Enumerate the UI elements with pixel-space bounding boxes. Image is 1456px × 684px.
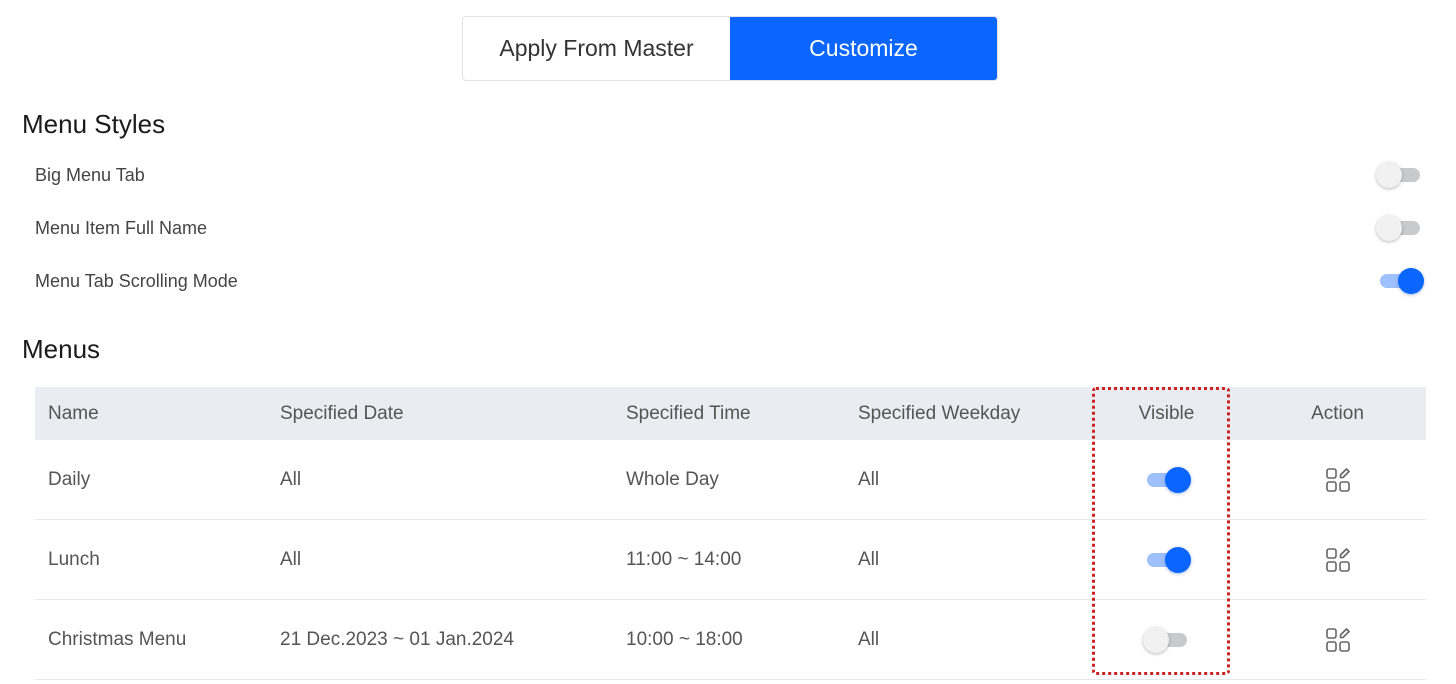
edit-grid-icon[interactable] [1325, 547, 1351, 573]
column-header-specified-date: Specified Date [280, 402, 404, 424]
column-header-visible: Visible [1138, 402, 1195, 424]
column-header-action: Action [1311, 402, 1364, 424]
table-header: Name Specified Date Specified Time Speci… [35, 387, 1426, 440]
visible-toggle[interactable] [1142, 625, 1191, 655]
big-menu-tab-toggle[interactable] [1376, 160, 1424, 190]
action-cell [1249, 627, 1426, 653]
table-row: Daily All Whole Day All [35, 440, 1426, 520]
setting-menu-tab-scrolling-mode: Menu Tab Scrolling Mode [35, 266, 1424, 296]
visible-toggle[interactable] [1143, 465, 1191, 495]
menu-settings-page: Apply From Master Customize Menu Styles … [0, 0, 1456, 684]
menu-name-cell: Lunch [48, 548, 100, 570]
action-cell [1249, 467, 1426, 493]
menu-styles-heading: Menu Styles [22, 109, 166, 139]
specified-date-cell: All [280, 468, 302, 490]
menu-tab-scrolling-mode-toggle[interactable] [1376, 266, 1424, 296]
specified-weekday-cell: All [858, 468, 880, 490]
setting-menu-item-full-name: Menu Item Full Name [35, 213, 1424, 243]
toggle-knob [1376, 215, 1402, 241]
table-row: Christmas Menu 21 Dec.2023 ~ 01 Jan.2024… [35, 600, 1426, 680]
setting-big-menu-tab: Big Menu Tab [35, 160, 1424, 190]
visible-cell [1084, 545, 1249, 575]
edit-grid-icon[interactable] [1325, 467, 1351, 493]
specified-date-cell: All [280, 548, 302, 570]
specified-time-cell: 10:00 ~ 18:00 [626, 628, 743, 650]
specified-time-cell: Whole Day [626, 468, 719, 490]
edit-grid-icon[interactable] [1325, 627, 1351, 653]
column-header-specified-time: Specified Time [626, 402, 751, 424]
source-segmented-control: Apply From Master Customize [462, 16, 998, 81]
setting-label: Menu Item Full Name [35, 217, 208, 238]
toggle-knob [1142, 626, 1169, 653]
column-header-specified-weekday: Specified Weekday [858, 402, 1021, 424]
column-header-name: Name [48, 402, 99, 424]
table-row: Lunch All 11:00 ~ 14:00 All [35, 520, 1426, 600]
toggle-knob [1398, 268, 1424, 294]
menus-table: Name Specified Date Specified Time Speci… [35, 387, 1426, 680]
menu-name-cell: Daily [48, 468, 91, 490]
menu-item-full-name-toggle[interactable] [1376, 213, 1424, 243]
apply-from-master-option[interactable]: Apply From Master [463, 17, 730, 80]
specified-date-cell: 21 Dec.2023 ~ 01 Jan.2024 [280, 628, 514, 650]
setting-label: Menu Tab Scrolling Mode [35, 270, 238, 291]
toggle-knob [1164, 546, 1191, 573]
action-cell [1249, 547, 1426, 573]
menu-name-cell: Christmas Menu [48, 628, 187, 650]
specified-weekday-cell: All [858, 628, 880, 650]
toggle-knob [1164, 466, 1191, 493]
visible-cell [1084, 625, 1249, 655]
specified-weekday-cell: All [858, 548, 880, 570]
specified-time-cell: 11:00 ~ 14:00 [626, 548, 742, 570]
menus-heading: Menus [22, 334, 101, 364]
visible-cell [1084, 465, 1249, 495]
customize-option[interactable]: Customize [730, 17, 997, 80]
setting-label: Big Menu Tab [35, 164, 145, 185]
visible-toggle[interactable] [1143, 545, 1191, 575]
toggle-knob [1376, 162, 1402, 188]
